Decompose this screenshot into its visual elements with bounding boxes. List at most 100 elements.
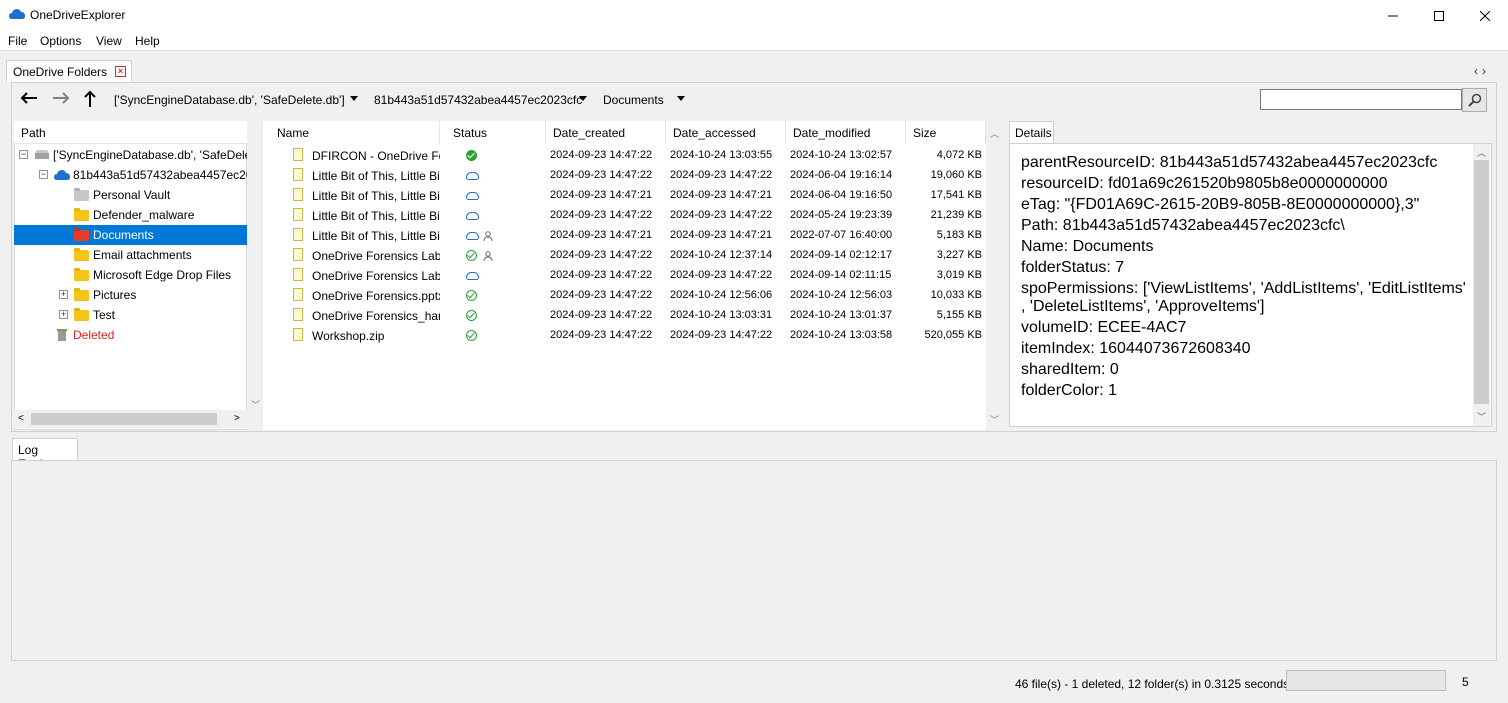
tree-item-test[interactable]: + Test — [14, 305, 247, 325]
tree-item-defender-malware[interactable]: Defender_malware — [14, 205, 247, 225]
scroll-down-icon[interactable]: ﹀ — [990, 413, 999, 426]
menu-file[interactable]: File — [8, 34, 27, 48]
breadcrumb-drive-id[interactable]: 81b443a51d57432abea4457ec2023cfc — [374, 93, 582, 107]
tab-onedrive-folders[interactable]: OneDrive Folders × — [6, 60, 132, 82]
table-row[interactable]: OneDrive Forensics Lab Guide.docx 2024-09… — [263, 245, 986, 265]
tree-item-drive[interactable]: − 81b443a51d57432abea4457ec2023cfc — [14, 165, 247, 185]
file-name: Little Bit of This, Little Bit of That 1… — [312, 169, 440, 183]
menu-view[interactable]: View — [96, 34, 122, 48]
file-icon — [293, 168, 303, 181]
tab-details[interactable]: Details — [1009, 121, 1054, 143]
cloud-only-icon — [466, 232, 479, 240]
tree-item-email-attachments[interactable]: Email attachments — [14, 245, 247, 265]
breadcrumb-documents[interactable]: Documents — [603, 93, 664, 107]
folder-icon — [74, 228, 89, 241]
back-arrow-icon[interactable] — [20, 90, 38, 108]
column-header-date-modified[interactable]: Date_modified — [786, 121, 906, 144]
breadcrumb-database[interactable]: ['SyncEngineDatabase.db', 'SafeDelete.db… — [114, 93, 345, 107]
column-header-date-created[interactable]: Date_created — [546, 121, 666, 144]
scroll-up-icon[interactable]: ︿ — [1477, 146, 1486, 159]
scroll-down-icon[interactable]: ﹀ — [251, 398, 260, 411]
scroll-down-icon[interactable]: ﹀ — [1477, 410, 1486, 423]
expand-icon[interactable]: + — [59, 290, 68, 299]
tree-item-edge-drop-files[interactable]: Microsoft Edge Drop Files — [14, 265, 247, 285]
table-row[interactable]: Little Bit of This, Little Bit of That 2… — [263, 185, 986, 205]
detail-parent-resource-id: parentResourceID: 81b443a51d57432abea445… — [1021, 154, 1438, 171]
chevron-down-icon[interactable] — [579, 96, 587, 101]
scroll-left-icon[interactable]: < — [18, 413, 24, 424]
file-icon — [293, 268, 303, 281]
cloud-only-icon — [466, 172, 479, 180]
column-header-name[interactable]: Name — [270, 121, 440, 144]
detail-spo-permissions: spoPermissions: ['ViewListItems', 'AddLi… — [1021, 280, 1466, 297]
expand-icon[interactable]: + — [59, 310, 68, 319]
maximize-button[interactable] — [1416, 0, 1462, 31]
detail-shared-item: sharedItem: 0 — [1021, 361, 1119, 378]
collapse-icon[interactable]: − — [19, 150, 28, 159]
date-modified: 2024-10-24 13:03:58 — [790, 329, 893, 341]
date-created: 2024-09-23 14:47:21 — [550, 229, 653, 241]
table-row[interactable]: OneDrive Forensics.pptx 2024-09-23 14:47:… — [263, 285, 986, 305]
file-name: OneDrive Forensics.pptx — [312, 289, 440, 303]
file-name: Little Bit of This, Little Bit of That 3… — [312, 209, 440, 223]
date-created: 2024-09-23 14:47:22 — [550, 169, 653, 181]
tab-scroll-arrows[interactable]: ‹› — [1474, 64, 1490, 78]
table-row[interactable]: Little Bit of This, Little Bit of That 1… — [263, 165, 986, 185]
detail-spo-permissions-cont: , 'DeleteListItems', 'ApproveItems'] — [1021, 298, 1265, 315]
table-row[interactable]: OneDrive Forensics Lab.docx 2024-09-23 14… — [263, 265, 986, 285]
cloud-only-icon — [466, 192, 479, 200]
tree-item-database[interactable]: − ['SyncEngineDatabase.db', 'SafeDelete.… — [14, 145, 247, 165]
search-button[interactable] — [1462, 88, 1487, 112]
table-row[interactable]: Workshop.zip 2024-09-23 14:47:22 2024-09-2… — [263, 325, 986, 345]
column-header-size[interactable]: Size — [906, 121, 986, 144]
date-created: 2024-09-23 14:47:22 — [550, 249, 653, 261]
title-bar — [0, 0, 1508, 31]
tree-item-pictures[interactable]: + Pictures — [14, 285, 247, 305]
file-name: Little Bit of This, Little Bit of That 2… — [312, 189, 440, 203]
tree-item-deleted[interactable]: Deleted — [14, 325, 247, 345]
log-entries-panel — [11, 460, 1497, 661]
table-row[interactable]: Little Bit of This, Little Bit of That 3… — [263, 205, 986, 225]
file-icon — [293, 148, 303, 161]
file-size: 17,541 KB — [930, 189, 982, 201]
tab-label: OneDrive Folders — [13, 64, 108, 79]
date-created: 2024-09-23 14:47:22 — [550, 149, 653, 161]
scroll-right-icon[interactable]: > — [234, 413, 240, 424]
up-arrow-icon[interactable] — [84, 90, 96, 111]
synced-check-icon — [466, 310, 477, 321]
close-icon — [1480, 10, 1490, 21]
forward-arrow-icon[interactable] — [52, 90, 70, 108]
menu-options[interactable]: Options — [40, 34, 81, 48]
menu-help[interactable]: Help — [135, 34, 160, 48]
table-row[interactable]: Little Bit of This, Little Bit of That.d… — [263, 225, 986, 245]
chevron-down-icon[interactable] — [677, 96, 685, 101]
date-modified: 2024-10-24 13:02:57 — [790, 149, 893, 161]
scroll-up-icon[interactable]: ︿ — [990, 127, 999, 140]
chevron-down-icon[interactable] — [350, 96, 358, 101]
tab-log-entries[interactable]: Log Entries — [12, 438, 78, 471]
detail-folder-status: folderStatus: 7 — [1021, 259, 1125, 276]
file-list-vertical-scrollbar[interactable] — [986, 121, 1003, 430]
column-header-date-accessed[interactable]: Date_accessed — [666, 121, 786, 144]
date-accessed: 2024-10-24 12:56:06 — [670, 289, 773, 301]
tree-item-personal-vault[interactable]: Personal Vault — [14, 185, 247, 205]
tree-item-documents[interactable]: Documents — [14, 225, 247, 245]
file-name: OneDrive Forensics_handout.pdf — [312, 309, 440, 323]
table-row[interactable]: DFIRCON - OneDrive Forensics.pptx 2024-09… — [263, 145, 986, 165]
scrollbar-thumb[interactable] — [1474, 160, 1489, 404]
tab-close-icon[interactable]: × — [115, 66, 127, 77]
table-row[interactable]: OneDrive Forensics_handout.pdf 2024-09-23… — [263, 305, 986, 325]
minimize-button[interactable] — [1370, 0, 1416, 31]
onedrive-icon — [54, 170, 70, 180]
file-size: 3,019 KB — [936, 269, 982, 281]
close-button[interactable] — [1462, 0, 1508, 31]
file-size: 21,239 KB — [930, 209, 982, 221]
detail-etag: eTag: "{FD01A69C-2615-20B9-805B-8E000000… — [1021, 196, 1420, 213]
minimize-icon — [1388, 15, 1398, 16]
column-header-status[interactable]: Status — [446, 121, 546, 144]
search-input[interactable] — [1260, 89, 1462, 110]
tree-header[interactable] — [14, 121, 247, 144]
scrollbar-thumb[interactable] — [31, 413, 217, 425]
collapse-icon[interactable]: − — [39, 170, 48, 179]
tree-vertical-scrollbar[interactable] — [247, 121, 263, 430]
